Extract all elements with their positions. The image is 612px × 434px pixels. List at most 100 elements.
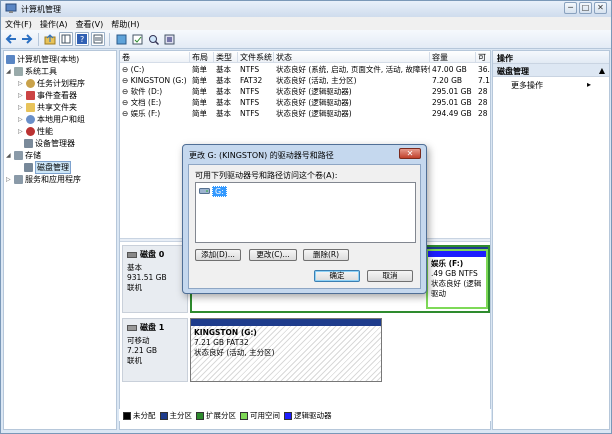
collapse-up-icon[interactable]: ▲ <box>599 66 605 75</box>
storage-icon <box>14 151 23 160</box>
expand-arrow-icon[interactable]: ▷ <box>18 104 24 111</box>
col-status[interactable]: 状态 <box>274 52 430 63</box>
volume-row[interactable]: ⊖ (C:) 简单 基本 NTFS 状态良好 (系统, 启动, 页面文件, 活动… <box>120 65 490 75</box>
volume-capacity: 294.49 GB <box>432 109 472 118</box>
disk-0-state: 联机 <box>127 283 142 292</box>
expand-arrow-icon[interactable]: ▷ <box>18 116 24 123</box>
volume-type: 基本 <box>216 87 231 96</box>
volume-row[interactable]: ⊖ 软件 (D:) 简单 基本 NTFS 状态良好 (逻辑驱动器) 295.01… <box>120 87 490 97</box>
back-arrow-icon[interactable] <box>4 32 18 46</box>
tree-item-local-users[interactable]: ▷ 本地用户和组 <box>18 114 85 125</box>
col-type[interactable]: 类型 <box>214 52 238 63</box>
col-layout[interactable]: 布局 <box>190 52 214 63</box>
properties-icon[interactable] <box>91 32 105 46</box>
volume-free: 36. <box>478 65 490 74</box>
drive-path-item[interactable]: G: <box>199 186 227 197</box>
volume-fs: NTFS <box>240 87 260 96</box>
tree-item-system-tools[interactable]: ◢ 系统工具 <box>6 66 57 77</box>
view-icon[interactable] <box>162 32 176 46</box>
expand-arrow-icon[interactable]: ▷ <box>18 80 24 87</box>
volume-free: 28 <box>478 98 488 107</box>
cancel-button[interactable]: 取消 <box>367 270 413 282</box>
tree-label: 设备管理器 <box>35 139 75 148</box>
menu-view[interactable]: 查看(V) <box>72 17 108 30</box>
col-filesystem[interactable]: 文件系统 <box>238 52 274 63</box>
tree-item-device-manager[interactable]: 设备管理器 <box>24 138 75 149</box>
tree-item-performance[interactable]: ▷ 性能 <box>18 126 53 137</box>
partition-g[interactable]: KINGSTON (G:) 7.21 GB FAT32 状态良好 (活动, 主分… <box>190 318 382 382</box>
partition-g-size: 7.21 GB FAT32 <box>194 338 249 347</box>
remove-button[interactable]: 删除(R) <box>303 249 349 261</box>
volume-name: ⊖ 文档 (E:) <box>122 98 162 107</box>
tree-item-services[interactable]: ▷ 服务和应用程序 <box>6 174 81 185</box>
app-window: 计算机管理 ─ □ ✕ 文件(F) 操作(A) 查看(V) 帮助(H) ? 计算… <box>0 0 612 434</box>
partition-band <box>191 319 381 326</box>
volume-type: 基本 <box>216 76 231 85</box>
disk-0-label: 磁盘 0 <box>140 250 165 259</box>
disk-1-info[interactable]: 磁盘 1 可移动 7.21 GB 联机 <box>122 318 188 382</box>
ok-button[interactable]: 确定 <box>314 270 360 282</box>
change-button[interactable]: 更改(C)... <box>249 249 297 261</box>
connect-icon[interactable] <box>114 32 128 46</box>
partition-g-label: KINGSTON (G:) <box>194 328 257 337</box>
shared-folder-icon <box>26 103 35 112</box>
dialog-close-button[interactable]: ✕ <box>399 148 421 159</box>
volume-name: ⊖ 娱乐 (F:) <box>122 109 161 118</box>
volume-row[interactable]: ⊖ KINGSTON (G:) 简单 基本 FAT32 状态良好 (活动, 主分… <box>120 76 490 86</box>
help-icon[interactable]: ? <box>75 32 89 46</box>
menu-file[interactable]: 文件(F) <box>1 17 36 30</box>
search-icon[interactable] <box>146 32 160 46</box>
disk-0-info[interactable]: 磁盘 0 基本 931.51 GB 联机 <box>122 245 188 313</box>
tree-item-disk-management[interactable]: 磁盘管理 <box>24 161 71 174</box>
tree-label: 服务和应用程序 <box>25 175 81 184</box>
window-title: 计算机管理 <box>21 5 61 14</box>
volume-name: ⊖ 软件 (D:) <box>122 87 163 96</box>
volume-layout: 简单 <box>192 109 207 118</box>
col-volume[interactable]: 卷 <box>120 52 190 63</box>
tree-item-event-viewer[interactable]: ▷ 事件查看器 <box>18 90 77 101</box>
expand-arrow-icon[interactable]: ▷ <box>6 176 12 183</box>
partition-f[interactable]: 娱乐 (F:) .49 GB NTFS 状态良好 (逻辑驱动 <box>426 249 488 309</box>
volume-row[interactable]: ⊖ 娱乐 (F:) 简单 基本 NTFS 状态良好 (逻辑驱动器) 294.49… <box>120 109 490 119</box>
add-button[interactable]: 添加(D)... <box>195 249 241 261</box>
minimize-button[interactable]: ─ <box>564 2 577 14</box>
maximize-button[interactable]: □ <box>579 2 592 14</box>
actions-section-disk-management[interactable]: 磁盘管理 ▲ <box>493 64 609 77</box>
forward-arrow-icon[interactable] <box>20 32 34 46</box>
collapse-arrow-icon[interactable]: ◢ <box>6 152 12 159</box>
tree-item-root[interactable]: 计算机管理(本地) <box>6 54 79 65</box>
expand-arrow-icon[interactable]: ▷ <box>18 128 24 135</box>
check-icon[interactable] <box>130 32 144 46</box>
legend-label: 逻辑驱动器 <box>294 410 332 420</box>
show-tree-icon[interactable] <box>59 32 73 46</box>
legend-swatch <box>196 411 204 420</box>
volume-layout: 简单 <box>192 76 207 85</box>
disk-0-type: 基本 <box>127 263 142 272</box>
partition-f-size: .49 GB NTFS <box>431 269 478 278</box>
volume-status: 状态良好 (系统, 启动, 页面文件, 活动, 故障转储, 主分区) <box>276 65 430 74</box>
collapse-arrow-icon[interactable]: ◢ <box>6 68 12 75</box>
menu-action[interactable]: 操作(A) <box>36 17 72 30</box>
close-button[interactable]: ✕ <box>594 2 607 14</box>
tree-label: 性能 <box>37 127 53 136</box>
tree-item-storage[interactable]: ◢ 存储 <box>6 150 41 161</box>
tree-item-task-scheduler[interactable]: ▷ 任务计划程序 <box>18 78 85 89</box>
volume-row[interactable]: ⊖ 文档 (E:) 简单 基本 NTFS 状态良好 (逻辑驱动器) 295.01… <box>120 98 490 108</box>
volume-status: 状态良好 (逻辑驱动器) <box>276 109 352 118</box>
disk-1-size: 7.21 GB <box>127 346 158 355</box>
disk-1-label: 磁盘 1 <box>140 323 165 332</box>
tree-item-shared-folders[interactable]: ▷ 共享文件夹 <box>18 102 77 113</box>
disk-1-details: 可移动 7.21 GB 联机 <box>127 336 187 366</box>
legend-label: 未分配 <box>133 410 156 420</box>
menu-help[interactable]: 帮助(H) <box>107 17 143 30</box>
volume-free: 28 <box>478 109 488 118</box>
volume-layout: 简单 <box>192 98 207 107</box>
more-actions[interactable]: 更多操作 ▸ <box>493 77 609 94</box>
volume-capacity: 7.20 GB <box>432 76 463 85</box>
up-folder-icon[interactable] <box>43 32 57 46</box>
expand-arrow-icon[interactable]: ▷ <box>18 92 24 99</box>
col-free[interactable]: 可 <box>476 52 490 63</box>
drive-path-list[interactable]: G: <box>195 182 416 243</box>
col-capacity[interactable]: 容量 <box>430 52 476 63</box>
volume-status: 状态良好 (逻辑驱动器) <box>276 87 352 96</box>
